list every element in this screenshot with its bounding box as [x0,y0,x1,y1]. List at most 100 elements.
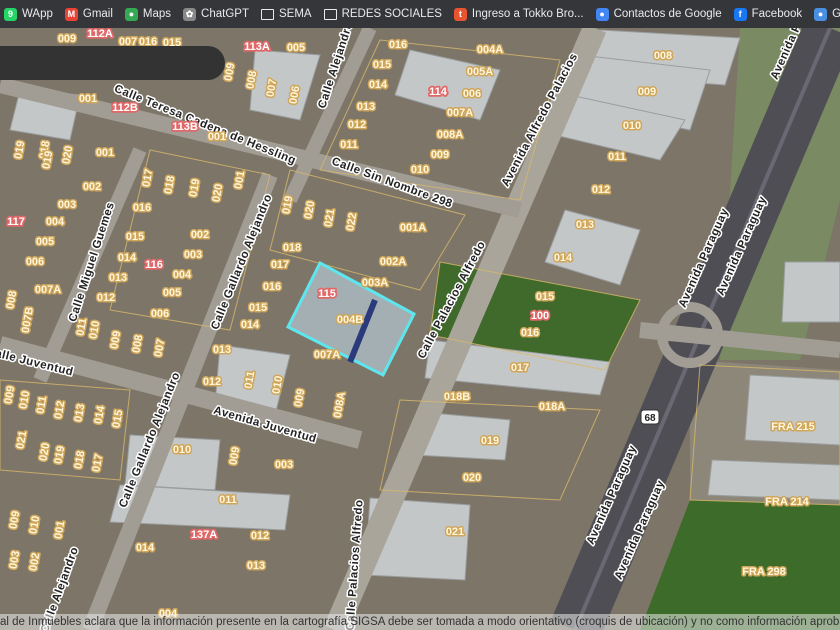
parcel-label: 007A [447,107,473,119]
bookmark-maps[interactable]: ● Maps [121,2,179,26]
bookmark-label: WApp [22,8,53,20]
bookmark-chatgpt[interactable]: ✿ ChatGPT [179,2,257,26]
parcel-label: 012 [203,376,221,388]
bookmark-label: Ingreso a Tokko Bro... [471,8,584,20]
parcel-label: 018B [444,391,470,403]
block-label: 114 [429,86,448,98]
parcel-label: 002 [83,181,101,193]
bookmarks-bar: 9 WApp M Gmail ● Maps ✿ ChatGPT SEMA REDES SOCIAL… [0,0,840,29]
parcel-label: 018 [283,242,301,254]
bookmark-label: REDES SOCIALES [341,8,442,20]
parcel-label: 010 [411,164,429,176]
folder-icon [323,8,337,20]
bookmark-label: Google [832,8,840,20]
parcel-label: 013 [247,560,265,572]
parcel-label: 003 [184,249,202,261]
parcel-label: 006 [26,256,44,268]
bookmark-label: Maps [142,8,172,20]
bookmark-contactos-de-google[interactable]: ● Contactos de Google [592,2,730,26]
parcel-label: 016 [521,327,539,339]
parcel-label: 008 [654,50,672,62]
parcel-label: 017 [511,362,529,374]
tokko-icon: t [453,7,467,21]
parcel-label: 008A [437,129,463,141]
block-label: 117 [7,216,25,228]
parcel-label: 011 [340,139,358,151]
parcel-label: 005 [36,236,54,248]
parcel-label: 001 [96,147,114,159]
parcel-label: 009 [638,86,656,98]
whatsapp-icon: 9 [4,7,17,21]
search-overlay-bar[interactable] [0,46,225,80]
parcel-label: 019 [481,435,499,447]
bookmark-label: Gmail [82,8,113,20]
parcel-label: 012 [97,292,115,304]
bookmark-gmail[interactable]: M Gmail [61,2,121,26]
parcel-label: 005 [287,42,305,54]
bookmark-sema[interactable]: SEMA [257,2,320,26]
parcel-label: 016 [389,39,407,51]
parcel-label: 011 [608,151,626,163]
parcel-label: 014 [241,319,260,331]
parcel-label: 016 [133,202,151,214]
satellite-map[interactable]: Calle Teresa Cadena de HesslingCalle Sin… [0,28,840,630]
block-label: 116 [145,259,163,271]
parcel-label: 001A [400,222,426,234]
parcel-label: 014 [554,252,573,264]
map-view[interactable]: Calle Teresa Cadena de Hessling Calle Sin… [0,28,840,630]
parcel-label: 018A [539,401,565,413]
parcel-label: 007A [314,349,340,361]
bookmark-ingreso-a-tokko-bro[interactable]: t Ingreso a Tokko Bro... [450,2,592,26]
parcel-label: 012 [251,530,269,542]
bookmark-facebook[interactable]: f Facebook [730,2,811,26]
parcel-label: 002 [191,229,209,241]
parcel-label: 013 [109,272,127,284]
parcel-label: 003A [362,277,388,289]
parcel-label: 015 [373,59,391,71]
chatgpt-icon: ✿ [183,7,197,21]
parcel-label: 001 [79,93,97,105]
folder-icon [260,8,274,20]
parcel-label: 016 [263,281,281,293]
parcel-label: 005 [163,287,181,299]
parcel-label: 004 [173,269,192,281]
parcel-label: 006 [463,88,481,100]
parcel-label: 005A [467,66,493,78]
parcel-label: 009 [58,33,76,45]
bookmark-label: SEMA [278,8,312,20]
parcel-label: 006 [151,308,169,320]
parcel-label: 004B [337,314,363,326]
contacts-icon: ● [595,7,609,21]
fraction-label: FRA 214 [765,496,809,508]
parcel-label: 004A [477,44,503,56]
parcel-label: 014 [118,252,137,264]
parcel-label: 014 [369,79,388,91]
parcel-label: 003 [275,459,293,471]
bookmark-label: Contactos de Google [613,8,722,20]
parcel-label: 013 [576,219,594,231]
parcel-label: 013 [357,101,375,113]
bookmark-label: Facebook [751,8,803,20]
parcel-label: 011 [219,494,237,506]
block-label: 112A [87,28,113,40]
parcel-label: 012 [592,184,610,196]
parcel-label: 002A [380,256,406,268]
parcel-label: 004 [46,216,65,228]
block-label: 113B [172,121,198,133]
parcel-label: 012 [348,119,366,131]
block-label: 115 [318,288,336,300]
parcel-label: 003 [58,199,76,211]
bookmark-label: ChatGPT [201,8,249,20]
route-shield-label: 68 [644,413,656,424]
parcel-label: 015 [126,231,144,243]
parcel-label: 020 [463,472,481,484]
parcel-label: 009 [431,149,449,161]
gmail-icon: M [64,7,78,21]
bookmark-google[interactable]: ● Google [810,2,840,26]
block-label: 137A [191,529,217,541]
parcel-label: 001 [208,131,226,143]
bookmark-redes-sociales[interactable]: REDES SOCIALES [320,2,450,26]
disclaimer-text: al de Inmuebles aclara que la informació… [0,614,840,630]
parcel-label: 013 [213,344,231,356]
bookmark-wapp[interactable]: 9 WApp [0,2,61,26]
